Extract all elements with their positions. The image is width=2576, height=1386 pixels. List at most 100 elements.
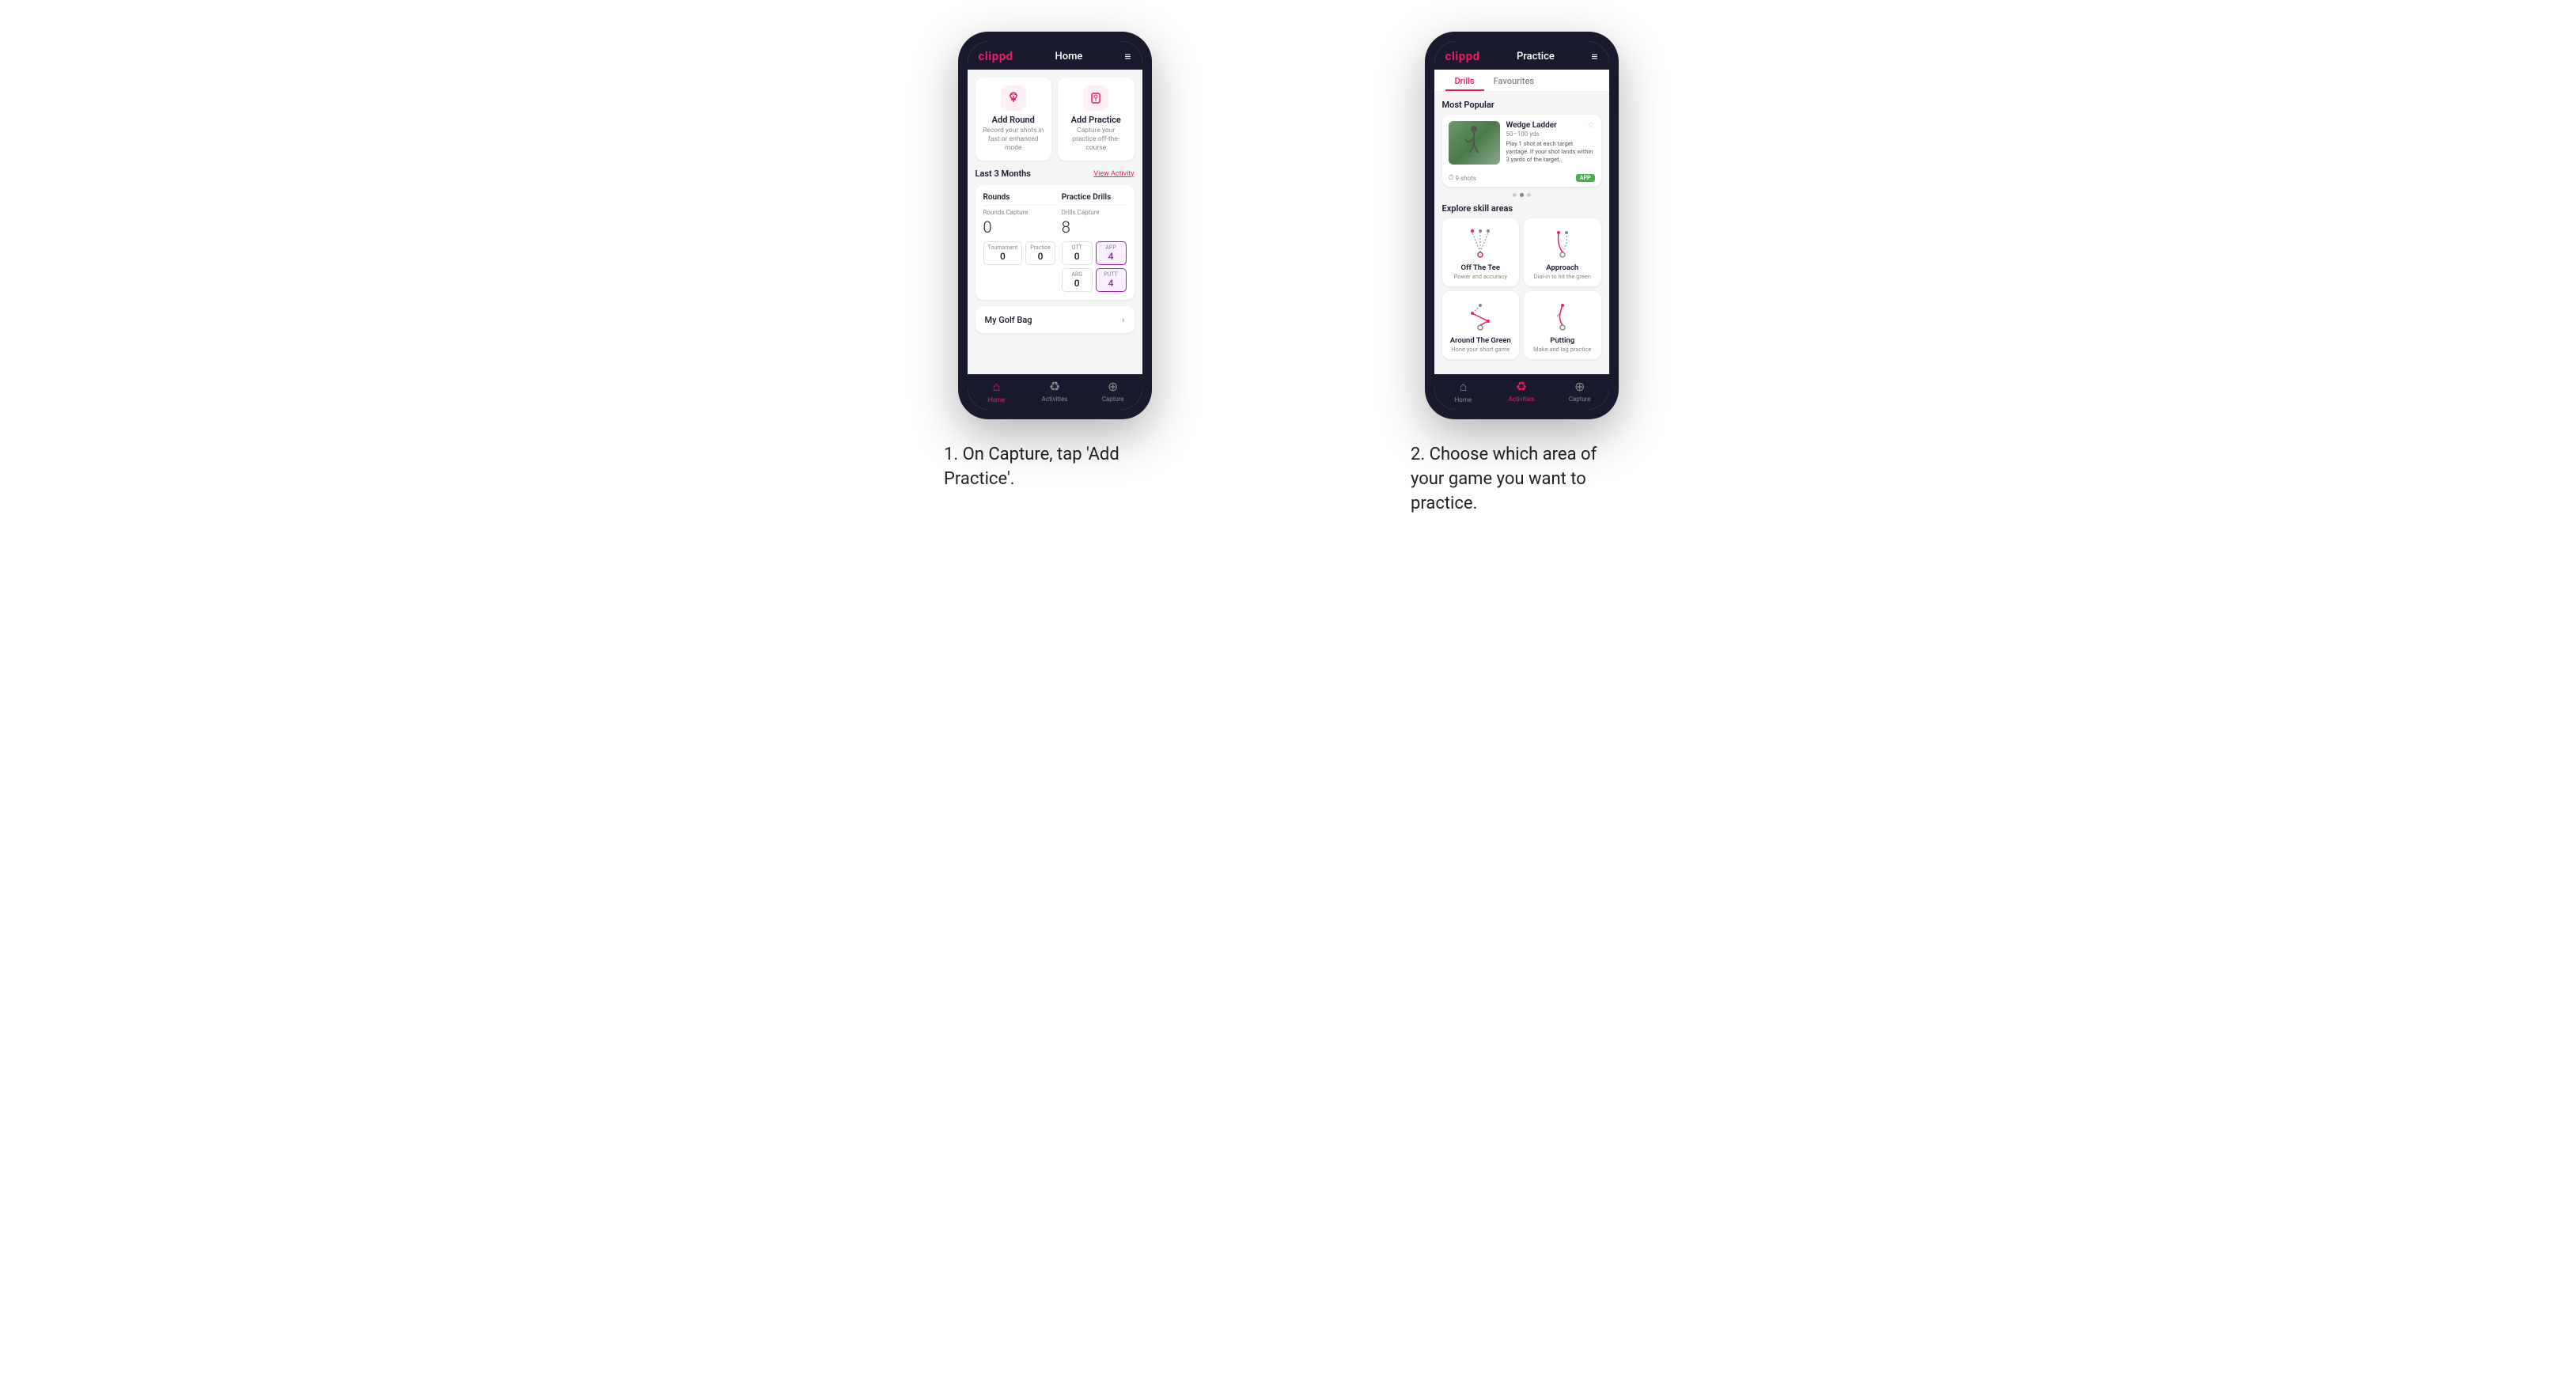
shots-label: ⏱ 9 shots: [1449, 174, 1476, 182]
clock-icon: ⏱: [1449, 174, 1454, 182]
practice-drills-col: Practice Drills Drills Capture 8 OTT 0: [1062, 193, 1127, 292]
activities-nav-label-1: Activities: [1042, 396, 1068, 403]
add-practice-desc: Capture your practice off-the-course: [1064, 127, 1128, 153]
add-round-card[interactable]: Add Round Record your shots in fast or e…: [975, 78, 1052, 161]
putting-diagram: [1543, 297, 1582, 333]
phone-section-2: clippd Practice ≡ Drills Favourites Most…: [1320, 32, 1723, 516]
rounds-capture-label: Rounds Capture: [983, 209, 1055, 216]
header-title-2: Practice: [1517, 51, 1555, 62]
capture-nav-icon-1: ⊕: [1108, 379, 1118, 394]
shots-count: 9 shots: [1456, 175, 1476, 182]
dot-3: [1527, 193, 1531, 197]
add-practice-card[interactable]: Add Practice Capture your practice off-t…: [1058, 78, 1135, 161]
drill-info: Wedge Ladder ☆ 50–100 yds Play 1 shot at…: [1506, 121, 1595, 165]
header-title-1: Home: [1055, 51, 1083, 62]
arg-value: 0: [1066, 278, 1088, 289]
putting-name: Putting: [1550, 336, 1574, 345]
tabs-row: Drills Favourites: [1434, 70, 1609, 92]
practice-drills-title: Practice Drills: [1062, 193, 1127, 206]
drill-yardage: 50–100 yds: [1506, 131, 1595, 138]
caption-1: 1. On Capture, tap 'Add Practice'.: [944, 443, 1165, 492]
nav-capture-2[interactable]: ⊕ Capture: [1551, 379, 1609, 403]
drill-thumbnail: [1449, 121, 1500, 165]
app-header-1: clippd Home ≡: [968, 41, 1142, 70]
putt-box: PUTT 4: [1096, 268, 1127, 292]
ott-box: OTT 0: [1062, 241, 1093, 265]
skill-card-ott[interactable]: Off The Tee Power and accuracy: [1442, 218, 1520, 286]
dot-1: [1513, 193, 1517, 197]
rounds-mini-grid: Tournament 0 Practice 0: [983, 241, 1055, 265]
add-practice-title: Add Practice: [1071, 115, 1121, 125]
star-icon[interactable]: ☆: [1588, 121, 1595, 130]
arg-label: ARG: [1066, 271, 1088, 278]
arg-box: ARG 0: [1062, 268, 1093, 292]
nav-home-2[interactable]: ⌂ Home: [1434, 379, 1493, 403]
view-activity-link[interactable]: View Activity: [1093, 170, 1134, 178]
featured-drill-inner: Wedge Ladder ☆ 50–100 yds Play 1 shot at…: [1442, 115, 1601, 171]
app-header-2: clippd Practice ≡: [1434, 41, 1609, 70]
golf-bag-chevron: ›: [1122, 314, 1125, 325]
practice-label: Practice: [1030, 244, 1051, 251]
skill-card-atg[interactable]: Around The Green Hone your short game: [1442, 291, 1520, 359]
ott-value: 0: [1066, 251, 1088, 262]
app-box: APP 4: [1096, 241, 1127, 265]
putt-label: PUTT: [1100, 271, 1122, 278]
dot-2: [1520, 193, 1524, 197]
ott-diagram: [1460, 225, 1500, 260]
tournament-label: Tournament: [988, 244, 1018, 251]
skill-card-approach[interactable]: Approach Dial-in to hit the green: [1524, 218, 1601, 286]
approach-desc: Dial-in to hit the green: [1533, 273, 1591, 280]
approach-diagram: [1543, 225, 1582, 260]
capture-nav-label-2: Capture: [1569, 396, 1591, 403]
tab-drills[interactable]: Drills: [1445, 70, 1484, 91]
drill-desc: Play 1 shot at each target yardage. If y…: [1506, 140, 1595, 163]
featured-drill-card[interactable]: Wedge Ladder ☆ 50–100 yds Play 1 shot at…: [1442, 115, 1601, 187]
tab-favourites[interactable]: Favourites: [1484, 70, 1544, 91]
home-nav-label-1: Home: [988, 396, 1006, 403]
page-container: clippd Home ≡: [853, 32, 1723, 516]
tournament-box: Tournament 0: [983, 241, 1023, 265]
phone-frame-2: clippd Practice ≡ Drills Favourites Most…: [1425, 32, 1619, 419]
bottom-nav-2: ⌂ Home ♻ Activities ⊕ Capture: [1434, 374, 1609, 410]
atg-desc: Hone your short game: [1451, 346, 1510, 353]
activities-nav-icon-2: ♻: [1516, 379, 1527, 394]
add-round-icon: [1001, 85, 1026, 111]
home-nav-icon-1: ⌂: [993, 379, 1001, 395]
putting-desc: Make and lag practice: [1533, 346, 1591, 353]
golf-bag-row[interactable]: My Golf Bag ›: [975, 306, 1135, 333]
golf-bag-label: My Golf Bag: [985, 315, 1032, 325]
add-round-desc: Record your shots in fast or enhanced mo…: [982, 127, 1046, 153]
atg-name: Around The Green: [1450, 336, 1511, 345]
nav-activities-2[interactable]: ♻ Activities: [1492, 379, 1551, 403]
most-popular-title: Most Popular: [1442, 100, 1601, 110]
home-nav-label-2: Home: [1455, 396, 1472, 403]
atg-diagram: [1460, 297, 1500, 333]
capture-nav-icon-2: ⊕: [1574, 379, 1585, 394]
app-badge: APP: [1576, 174, 1595, 182]
phone-screen-2: clippd Practice ≡ Drills Favourites Most…: [1434, 41, 1609, 410]
tournament-value: 0: [988, 251, 1018, 262]
drill-title: Wedge Ladder: [1506, 121, 1557, 130]
phone-section-1: clippd Home ≡: [853, 32, 1256, 492]
drill-footer: ⏱ 9 shots APP: [1442, 171, 1601, 187]
stats-card: Rounds Rounds Capture 0 Tournament 0: [975, 185, 1135, 300]
app-logo-2: clippd: [1445, 49, 1480, 63]
practice-box: Practice 0: [1025, 241, 1055, 265]
activities-nav-label-2: Activities: [1509, 396, 1535, 403]
carousel-dots: [1442, 193, 1601, 197]
hamburger-menu-1[interactable]: ≡: [1124, 50, 1131, 63]
hamburger-menu-2[interactable]: ≡: [1591, 50, 1597, 63]
nav-home-1[interactable]: ⌂ Home: [968, 379, 1026, 403]
nav-capture-1[interactable]: ⊕ Capture: [1084, 379, 1142, 403]
activities-nav-icon-1: ♻: [1049, 379, 1060, 394]
practice-value: 0: [1030, 251, 1051, 262]
phone-frame-1: clippd Home ≡: [958, 32, 1152, 419]
skill-grid: Off The Tee Power and accuracy: [1442, 218, 1601, 359]
skill-card-putting[interactable]: Putting Make and lag practice: [1524, 291, 1601, 359]
nav-activities-1[interactable]: ♻ Activities: [1025, 379, 1084, 403]
app-label: APP: [1100, 244, 1122, 251]
drill-thumb-img: [1449, 121, 1500, 165]
drills-capture-label: Drills Capture: [1062, 209, 1127, 216]
rounds-col-title: Rounds: [983, 193, 1055, 206]
home-nav-icon-2: ⌂: [1460, 379, 1468, 395]
